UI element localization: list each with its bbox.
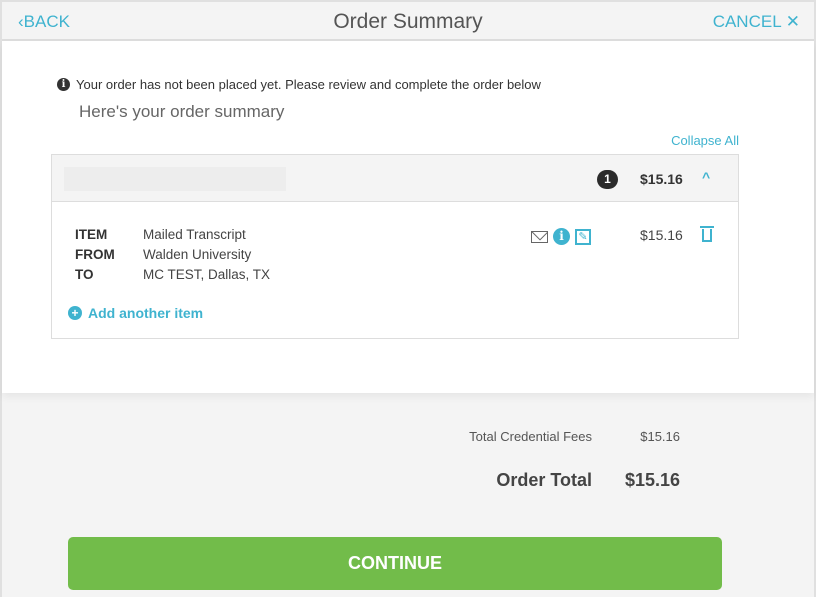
order-total-label: Order Total — [496, 470, 592, 490]
order-total-value: $15.16 — [624, 470, 680, 490]
fees-label: Total Credential Fees — [469, 429, 592, 444]
item-price: $15.16 — [640, 227, 683, 243]
notice-text: Your order has not been placed yet. Plea… — [76, 77, 541, 92]
chevron-up-icon[interactable]: ^ — [702, 169, 710, 185]
edit-icon[interactable]: ✎ — [575, 228, 591, 245]
from-value: Walden University — [143, 247, 252, 262]
item-actions: i ✎ — [531, 228, 591, 245]
info-icon[interactable]: i — [553, 228, 570, 245]
info-icon: i — [57, 78, 70, 91]
group-price: $15.16 — [640, 171, 683, 187]
to-label: TO — [75, 267, 94, 282]
to-value: MC TEST, Dallas, TX — [143, 267, 271, 282]
item-label: ITEM — [75, 227, 108, 242]
section-subtitle: Here's your order summary — [79, 102, 285, 121]
continue-button[interactable]: CONTINUE — [68, 537, 722, 590]
add-another-item-link[interactable]: + Add another item — [68, 305, 203, 321]
fees-value: $15.16 — [640, 429, 680, 444]
from-label: FROM — [75, 247, 115, 262]
item-value: Mailed Transcript — [143, 227, 246, 242]
envelope-icon — [531, 230, 548, 243]
redacted-title — [64, 167, 286, 191]
add-another-item-label: Add another item — [88, 305, 204, 321]
plus-circle-icon: + — [68, 306, 82, 320]
trash-icon[interactable] — [700, 225, 714, 243]
order-card: 1 $15.16 ^ ITEM Mailed Transcript FROM W… — [51, 154, 739, 339]
collapse-all-link[interactable]: Collapse All — [671, 133, 739, 148]
cancel-button[interactable]: CANCEL ✕ — [713, 12, 800, 32]
item-count-badge: 1 — [597, 170, 618, 189]
order-card-header[interactable]: 1 $15.16 ^ — [52, 155, 738, 202]
order-notice: i Your order has not been placed yet. Pl… — [57, 77, 541, 92]
header-bar: ‹BACK Order Summary CANCEL ✕ — [2, 2, 814, 41]
page-title: Order Summary — [333, 10, 483, 33]
